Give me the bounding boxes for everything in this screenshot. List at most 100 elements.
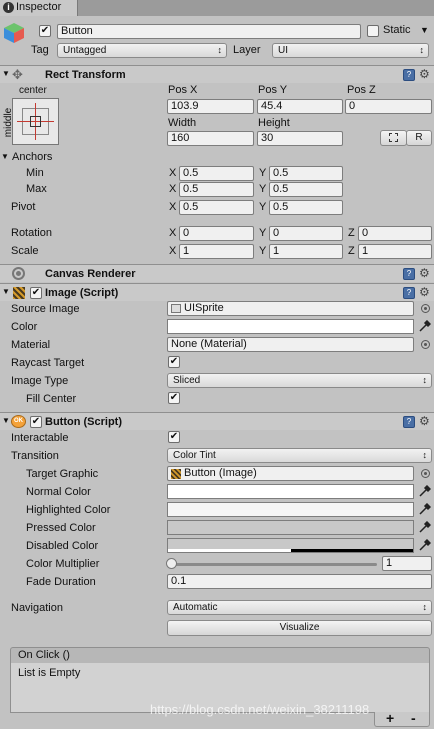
min-x-label: X xyxy=(169,167,177,179)
material-field[interactable]: None (Material) xyxy=(167,337,414,352)
pos-z-field[interactable]: 0 xyxy=(345,99,432,114)
foldout-arrow-icon[interactable]: ▼ xyxy=(2,69,10,78)
min-y-field[interactable]: 0.5 xyxy=(269,166,343,181)
button-enabled-checkbox[interactable]: ✔ xyxy=(30,416,42,428)
pos-y-field[interactable]: 45.4 xyxy=(257,99,343,114)
visualize-button[interactable]: Visualize xyxy=(167,620,432,636)
button-component-icon: OK xyxy=(11,415,26,428)
image-enabled-checkbox[interactable]: ✔ xyxy=(30,287,42,299)
list-empty-text: List is Empty xyxy=(18,667,81,679)
rot-x-field[interactable]: 0 xyxy=(179,226,254,241)
scale-z-field[interactable]: 1 xyxy=(358,244,432,259)
interactable-checkbox[interactable]: ✔ xyxy=(168,431,180,443)
highlighted-color-field[interactable] xyxy=(167,502,414,517)
normal-color-label: Normal Color xyxy=(26,486,91,498)
eyedropper-icon[interactable] xyxy=(419,538,432,551)
info-icon: i xyxy=(3,2,14,13)
layer-dropdown[interactable]: UI xyxy=(272,43,429,58)
help-icon[interactable]: ? xyxy=(403,69,415,81)
gear-icon[interactable]: ⚙ xyxy=(419,286,430,298)
help-icon[interactable]: ? xyxy=(403,268,415,280)
highlighted-color-label: Highlighted Color xyxy=(26,504,111,516)
object-picker-icon[interactable] xyxy=(421,340,430,349)
foldout-arrow-icon[interactable]: ▼ xyxy=(2,287,10,296)
button-script-title: Button (Script) xyxy=(45,416,122,428)
target-graphic-field[interactable]: Button (Image) xyxy=(167,466,414,481)
foldout-arrow-icon[interactable]: ▼ xyxy=(2,416,10,425)
eyedropper-icon[interactable] xyxy=(419,502,432,515)
max-label: Max xyxy=(26,183,47,195)
color-multiplier-field[interactable]: 1 xyxy=(382,556,432,571)
raycast-target-checkbox[interactable]: ✔ xyxy=(168,356,180,368)
color-multiplier-slider-thumb[interactable] xyxy=(166,558,177,569)
raycast-target-label: Raycast Target xyxy=(11,357,85,369)
min-x-field[interactable]: 0.5 xyxy=(179,166,254,181)
pos-z-label: Pos Z xyxy=(347,84,376,96)
object-name-field[interactable]: Button xyxy=(57,24,361,39)
anchor-preset-top-label: center xyxy=(19,85,47,96)
gear-icon[interactable]: ⚙ xyxy=(419,68,430,80)
alpha-bar-white xyxy=(168,549,291,552)
watermark-text: https://blog.csdn.net/weixin_38211198 xyxy=(150,702,370,717)
anchors-label: Anchors xyxy=(12,151,53,163)
navigation-label: Navigation xyxy=(11,602,63,614)
pos-y-label: Pos Y xyxy=(258,84,288,96)
image-script-header[interactable]: ▼ ✔ Image (Script) ? ⚙ xyxy=(0,283,434,301)
color-multiplier-slider-track[interactable] xyxy=(172,563,377,566)
object-picker-icon[interactable] xyxy=(421,469,430,478)
disabled-color-field[interactable] xyxy=(167,538,414,553)
help-icon[interactable]: ? xyxy=(403,416,415,428)
pressed-color-field[interactable] xyxy=(167,520,414,535)
material-label: Material xyxy=(11,339,51,351)
help-icon[interactable]: ? xyxy=(403,287,415,299)
active-checkbox[interactable]: ✔ xyxy=(39,25,51,37)
transition-dropdown[interactable]: Color Tint xyxy=(167,448,432,463)
source-image-field[interactable]: UISprite xyxy=(167,301,414,316)
fade-duration-field[interactable]: 0.1 xyxy=(167,574,432,589)
pivot-y-field[interactable]: 0.5 xyxy=(269,200,343,215)
navigation-dropdown[interactable]: Automatic xyxy=(167,600,432,615)
normal-color-field[interactable] xyxy=(167,484,414,499)
height-field[interactable]: 30 xyxy=(257,131,343,146)
pivot-x-field[interactable]: 0.5 xyxy=(179,200,254,215)
anchors-foldout-icon[interactable]: ▼ xyxy=(1,152,9,161)
image-type-label: Image Type xyxy=(11,375,69,387)
remove-button[interactable]: - xyxy=(411,710,416,726)
source-image-value: UISprite xyxy=(184,302,224,314)
eyedropper-icon[interactable] xyxy=(419,484,432,497)
object-picker-icon[interactable] xyxy=(421,304,430,313)
blueprint-mode-button[interactable] xyxy=(380,130,407,146)
anchor-preset-button[interactable] xyxy=(12,98,59,145)
max-x-label: X xyxy=(169,183,177,195)
pos-x-field[interactable]: 103.9 xyxy=(167,99,254,114)
gear-icon[interactable]: ⚙ xyxy=(419,267,430,279)
gear-icon[interactable]: ⚙ xyxy=(419,415,430,427)
scale-y-field[interactable]: 1 xyxy=(269,244,343,259)
max-x-field[interactable]: 0.5 xyxy=(179,182,254,197)
pivot-label: Pivot xyxy=(11,201,36,213)
static-dropdown-arrow-icon[interactable]: ▼ xyxy=(420,25,429,35)
eyedropper-icon[interactable] xyxy=(419,319,432,332)
rot-z-label: Z xyxy=(348,227,355,239)
color-label: Color xyxy=(11,321,38,333)
rect-transform-header[interactable]: ▼ ✥ Rect Transform ? ⚙ xyxy=(0,65,434,83)
eyedropper-icon[interactable] xyxy=(419,520,432,533)
width-field[interactable]: 160 xyxy=(167,131,254,146)
fill-center-checkbox[interactable]: ✔ xyxy=(168,392,180,404)
tab-inspector[interactable]: i Inspector xyxy=(0,0,78,16)
width-label: Width xyxy=(168,117,197,129)
raw-edit-button[interactable]: R xyxy=(406,130,432,146)
pivot-x-label: X xyxy=(169,201,177,213)
tag-dropdown[interactable]: Untagged xyxy=(57,43,227,58)
canvas-renderer-header[interactable]: Canvas Renderer ? ⚙ xyxy=(0,264,434,282)
rot-z-field[interactable]: 0 xyxy=(358,226,432,241)
max-y-field[interactable]: 0.5 xyxy=(269,182,343,197)
color-field[interactable] xyxy=(167,319,414,334)
scale-x-field[interactable]: 1 xyxy=(179,244,254,259)
button-script-header[interactable]: ▼ OK ✔ Button (Script) ? ⚙ xyxy=(0,412,434,430)
add-button[interactable]: + xyxy=(386,710,394,726)
rot-y-field[interactable]: 0 xyxy=(269,226,343,241)
static-checkbox[interactable] xyxy=(367,25,379,37)
image-type-dropdown[interactable]: Sliced xyxy=(167,373,432,388)
pivot-y-label: Y xyxy=(259,201,267,213)
